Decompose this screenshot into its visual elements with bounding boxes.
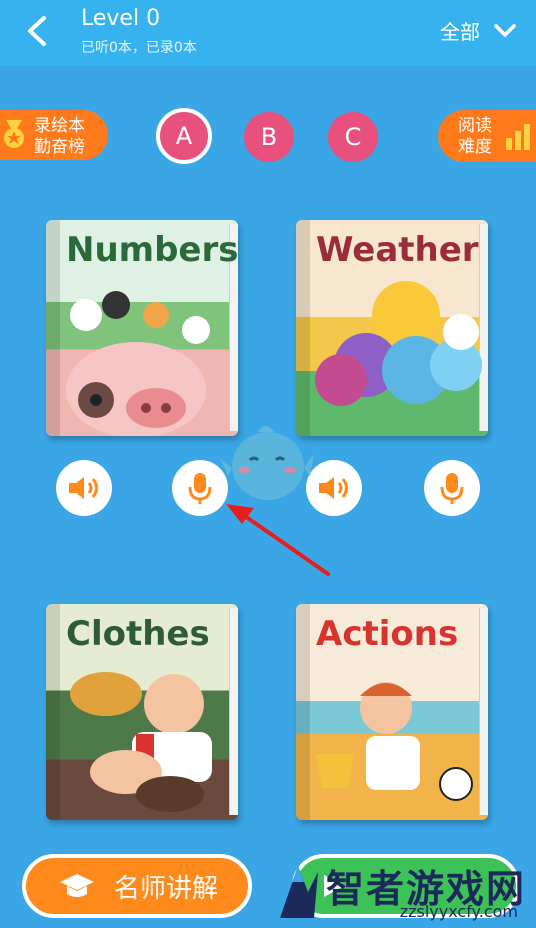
teacher-explanation-button[interactable]: 名师讲解 (22, 854, 252, 918)
watermark-logo-icon (280, 866, 318, 918)
trophy-boy-illustration (316, 682, 473, 801)
book-clothes[interactable]: Clothes (46, 604, 238, 820)
boy-illustration (70, 672, 212, 812)
graduation-cap-icon (60, 874, 94, 897)
book-actions[interactable]: Actions (296, 604, 488, 820)
watermark-url: zzslyyxcfy.com (399, 902, 518, 921)
teacher-explanation-label: 名师讲解 (114, 873, 219, 904)
